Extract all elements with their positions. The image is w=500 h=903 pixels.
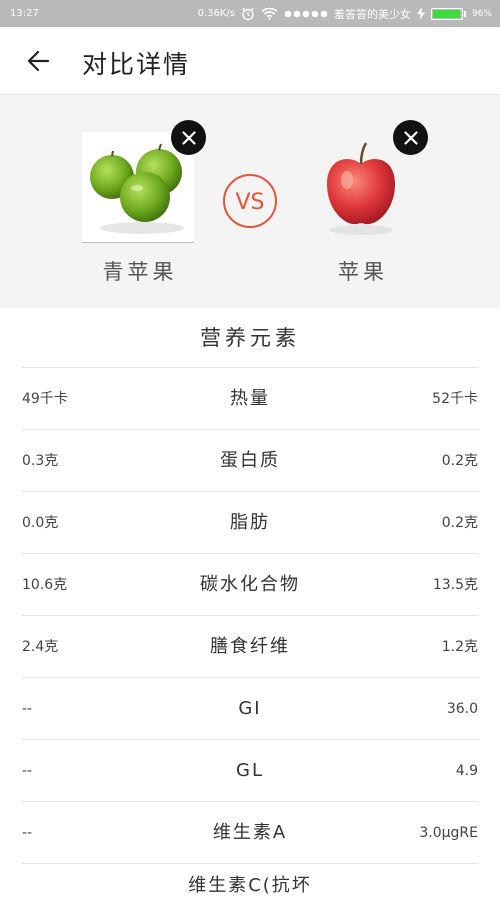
close-icon (181, 130, 196, 145)
nutrition-row-calories: 49千卡 热量 52千卡 (22, 367, 478, 429)
status-bar: 13:27 0.36K/s 羞答答的美少女 96% (0, 0, 500, 27)
nutrition-row-gl: -- GL 4.9 (22, 739, 478, 801)
right-value: 0.2克 (441, 453, 478, 469)
nutrient-name: 膳食纤维 (210, 636, 290, 657)
right-value: 3.0μgRE (419, 825, 478, 841)
carrier-name: 羞答答的美少女 (333, 7, 411, 21)
wifi-icon (261, 7, 278, 20)
right-value: 0.2克 (441, 515, 478, 531)
section-title: 营养元素 (200, 326, 300, 350)
back-arrow-icon (27, 50, 50, 72)
food-name-right: 苹果 (338, 260, 388, 284)
nutrition-row-vitamin-a: -- 维生素A 3.0μgRE (22, 801, 478, 863)
nutrient-name: 脂肪 (230, 512, 270, 533)
nutrition-row-vitamin-c: 维生素C(抗坏 (22, 863, 478, 903)
nutrient-name: GL (236, 760, 264, 781)
nutrient-name: GI (238, 698, 262, 719)
right-value: 4.9 (455, 763, 478, 779)
nutrition-row-gi: -- GI 36.0 (22, 677, 478, 739)
app-bar: 对比详情 (0, 27, 500, 95)
nutrient-name: 维生素C(抗坏 (188, 875, 312, 896)
right-value: 52千卡 (432, 391, 478, 407)
nutrient-name: 热量 (230, 388, 270, 409)
charging-icon (416, 7, 425, 20)
compare-header: 青苹果 VS 苹果 (0, 95, 500, 308)
nutrient-name: 碳水化合物 (200, 574, 300, 595)
status-time: 13:27 (10, 8, 39, 19)
alarm-icon (241, 7, 255, 21)
page-title: 对比详情 (82, 50, 191, 79)
right-value: 1.2克 (441, 639, 478, 655)
food-card-right[interactable]: 苹果 (305, 120, 428, 284)
food-name-left: 青苹果 (102, 260, 178, 284)
nutrient-name: 蛋白质 (220, 450, 280, 471)
nutrition-row-fiber: 2.4克 膳食纤维 1.2克 (22, 615, 478, 677)
vs-label: VS (235, 190, 264, 215)
food-card-left[interactable]: 青苹果 (82, 120, 206, 284)
nutrition-table: 49千卡 热量 52千卡 0.3克 蛋白质 0.2克 0.0克 脂肪 0.2克 … (22, 367, 478, 903)
signal-dots-icon (284, 10, 328, 18)
nutrition-row-fat: 0.0克 脂肪 0.2克 (22, 491, 478, 553)
nutrient-name: 维生素A (212, 822, 288, 843)
back-button[interactable] (22, 47, 56, 75)
battery-percent: 96% (471, 8, 492, 19)
close-icon (403, 130, 418, 145)
remove-right-button[interactable] (393, 120, 428, 155)
network-speed: 0.36K/s (197, 8, 235, 19)
nutrition-row-protein: 0.3克 蛋白质 0.2克 (22, 429, 478, 491)
right-value: 13.5克 (432, 577, 478, 593)
vs-badge: VS (222, 173, 278, 229)
battery-icon (430, 7, 466, 20)
nutrition-row-carbs: 10.6克 碳水化合物 13.5克 (22, 553, 478, 615)
remove-left-button[interactable] (171, 120, 206, 155)
right-value: 36.0 (446, 701, 478, 717)
